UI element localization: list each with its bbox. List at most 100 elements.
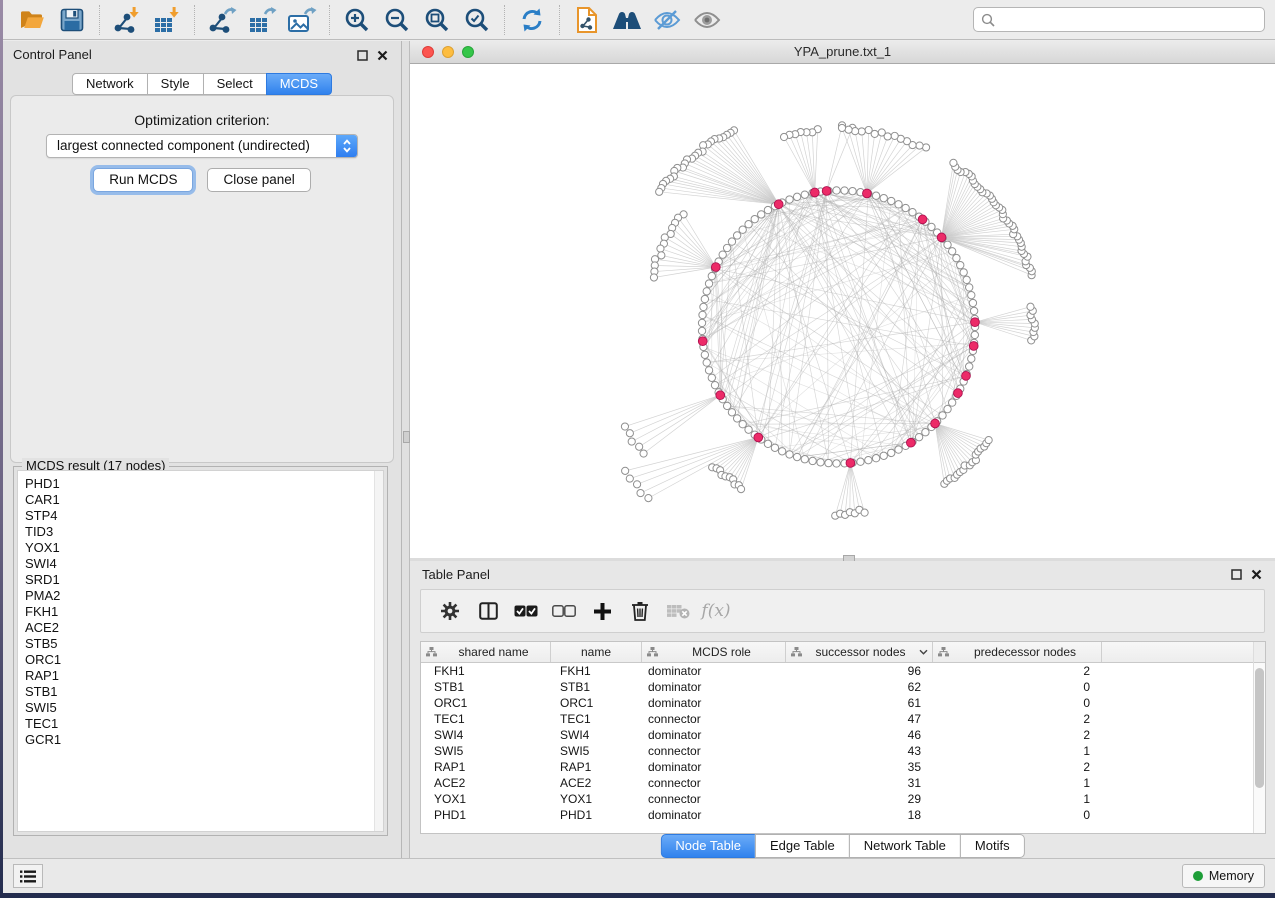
memory-button[interactable]: Memory [1182,864,1265,888]
float-panel-icon[interactable] [357,48,371,62]
deselect-all-rows-icon[interactable] [551,598,577,624]
close-panel-icon[interactable] [377,48,391,62]
network-from-document-icon[interactable] [570,5,604,35]
column-header-successor-nodes[interactable]: successor nodes [786,642,933,662]
cell: 1 [933,792,1102,806]
close-table-panel-icon[interactable] [1251,567,1265,581]
list-item[interactable]: SWI5 [18,700,383,716]
table-row[interactable]: ACE2ACE2connector311 [421,775,1265,791]
table-row[interactable]: FKH1FKH1dominator962 [421,663,1265,679]
import-table-icon[interactable] [150,5,184,35]
list-item[interactable]: SRD1 [18,572,383,588]
criterion-select[interactable]: largest connected component (undirected) [46,134,358,158]
list-item[interactable]: TID3 [18,524,383,540]
list-item[interactable]: GCR1 [18,732,383,748]
scrollbar-corner [1254,642,1265,663]
cell: FKH1 [421,664,551,678]
table-tab-edge-table[interactable]: Edge Table [755,834,850,858]
zoom-out-icon[interactable] [380,5,414,35]
add-column-icon[interactable] [589,598,615,624]
close-panel-button[interactable]: Close panel [207,168,310,192]
cell: dominator [642,808,786,822]
cell: 46 [786,728,933,742]
refresh-view-icon[interactable] [515,5,549,35]
zoom-fit-icon[interactable] [420,5,454,35]
list-item[interactable]: PMA2 [18,588,383,604]
export-table-icon[interactable] [245,5,279,35]
network-canvas[interactable] [410,64,1275,558]
criterion-select-value: largest connected component (undirected) [47,135,336,157]
open-file-icon[interactable] [15,5,49,35]
select-all-rows-icon[interactable] [513,598,539,624]
column-header-MCDS-role[interactable]: MCDS role [642,642,786,662]
table-settings-icon[interactable] [437,598,463,624]
zoom-in-icon[interactable] [340,5,374,35]
table-row[interactable]: SWI5SWI5connector431 [421,743,1265,759]
column-header-name[interactable]: name [551,642,642,662]
toolbar-separator [504,5,506,35]
list-item[interactable]: RAP1 [18,668,383,684]
network-window-titlebar[interactable]: YPA_prune.txt_1 [410,41,1275,64]
list-item[interactable]: ORC1 [18,652,383,668]
delete-columns-icon[interactable] [627,598,653,624]
column-header-shared-name[interactable]: shared name [421,642,551,662]
list-scrollbar[interactable] [374,471,383,831]
network-search-field[interactable] [973,7,1265,32]
splitter-grip[interactable] [403,431,410,443]
table-row[interactable]: TEC1TEC1connector472 [421,711,1265,727]
tab-select[interactable]: Select [203,73,267,95]
list-item[interactable]: PHD1 [18,476,383,492]
table-tab-node-table[interactable]: Node Table [660,834,756,858]
cell: dominator [642,696,786,710]
tab-mcds[interactable]: MCDS [266,73,332,95]
tab-network[interactable]: Network [72,73,148,95]
list-item[interactable]: ACE2 [18,620,383,636]
list-item[interactable]: CAR1 [18,492,383,508]
vertical-splitter[interactable] [402,41,410,858]
table-tab-motifs[interactable]: Motifs [960,834,1025,858]
table-scrollbar[interactable] [1253,642,1265,833]
task-history-button[interactable] [13,864,43,888]
network-graph[interactable] [410,64,1275,558]
scrollbar-thumb[interactable] [1255,668,1264,788]
table-row[interactable]: SWI4SWI4dominator462 [421,727,1265,743]
search-icon [981,13,995,27]
list-item[interactable]: STB1 [18,684,383,700]
zoom-selected-icon[interactable] [460,5,494,35]
network-window-title: YPA_prune.txt_1 [410,41,1275,63]
node-table-header: shared namenameMCDS rolesuccessor nodesp… [421,642,1265,663]
cell: RAP1 [421,760,551,774]
table-row[interactable]: RAP1RAP1dominator352 [421,759,1265,775]
column-header-predecessor-nodes[interactable]: predecessor nodes [933,642,1102,662]
import-network-icon[interactable] [110,5,144,35]
run-mcds-button[interactable]: Run MCDS [93,168,193,192]
list-item[interactable]: SWI4 [18,556,383,572]
cell: 18 [786,808,933,822]
table-tab-network-table[interactable]: Network Table [849,834,961,858]
hide-graphics-details-icon[interactable] [650,5,684,35]
node-table[interactable]: shared namenameMCDS rolesuccessor nodesp… [420,641,1266,834]
cell: ACE2 [421,776,551,790]
cell: 2 [933,712,1102,726]
list-item[interactable]: TEC1 [18,716,383,732]
list-item[interactable]: YOX1 [18,540,383,556]
save-session-icon[interactable] [55,5,89,35]
show-columns-icon[interactable] [475,598,501,624]
tab-style[interactable]: Style [147,73,204,95]
table-row[interactable]: ORC1ORC1dominator610 [421,695,1265,711]
mcds-result-list[interactable]: PHD1CAR1STP4TID3YOX1SWI4SRD1PMA2FKH1ACE2… [17,470,384,832]
export-image-icon[interactable] [285,5,319,35]
search-binoculars-icon[interactable] [610,5,644,35]
main-toolbar [3,0,1275,40]
list-item[interactable]: STP4 [18,508,383,524]
list-item[interactable]: FKH1 [18,604,383,620]
table-row[interactable]: YOX1YOX1connector291 [421,791,1265,807]
list-item[interactable]: STB5 [18,636,383,652]
export-network-icon[interactable] [205,5,239,35]
table-row[interactable]: STB1STB1dominator620 [421,679,1265,695]
list-icon [20,870,36,883]
float-table-panel-icon[interactable] [1231,567,1245,581]
show-graphics-details-icon[interactable] [690,5,724,35]
table-row[interactable]: PHD1PHD1dominator180 [421,807,1265,823]
search-input[interactable] [999,9,1264,31]
